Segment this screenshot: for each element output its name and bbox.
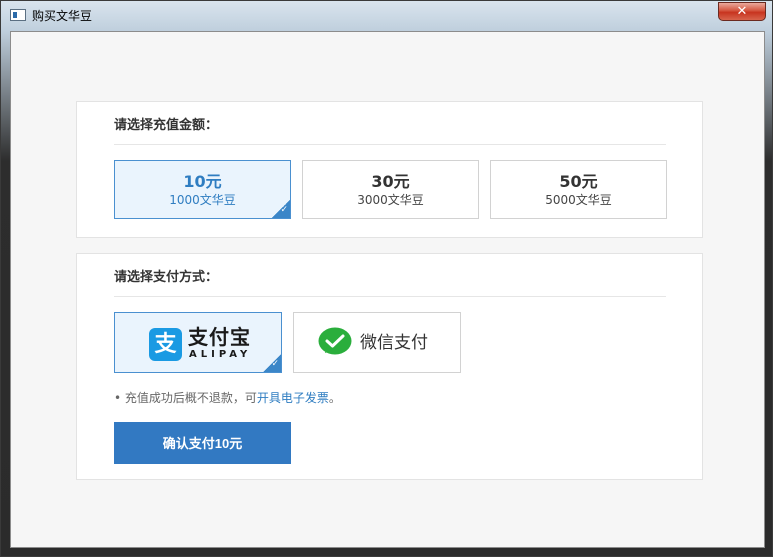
close-icon: ✕ — [736, 4, 748, 19]
alipay-name: 支付宝 — [188, 325, 251, 349]
check-icon: ✓ — [271, 359, 279, 369]
wechat-logo-icon — [318, 327, 352, 355]
window-title: 购买文华豆 — [32, 9, 93, 23]
invoice-link[interactable]: 开具电子发票 — [257, 391, 329, 405]
amount-panel: 请选择充值金额： 10元 1000文华豆 ✓ 30元 3000文华豆 50元 5… — [76, 101, 703, 238]
amount-price: 30元 — [371, 172, 410, 191]
divider — [114, 144, 666, 145]
note-end: 。 — [328, 391, 341, 405]
amount-price: 10元 — [183, 172, 222, 191]
amount-beans: 3000文华豆 — [357, 193, 424, 207]
pay-option-wechat[interactable]: 微信支付 — [293, 312, 461, 373]
app-window-icon — [10, 9, 26, 21]
title-bar[interactable]: 购买文华豆 ✕ — [1, 1, 772, 31]
amount-beans: 5000文华豆 — [545, 193, 612, 207]
close-button[interactable]: ✕ — [718, 2, 766, 21]
pay-option-alipay[interactable]: 支 支付宝 ALIPAY ✓ — [114, 312, 282, 373]
amount-beans: 1000文华豆 — [169, 193, 236, 207]
payment-panel: 请选择支付方式： 支 支付宝 ALIPAY ✓ 微信支付 • 充值成功后概不退款… — [76, 253, 703, 480]
client-area: 请选择充值金额： 10元 1000文华豆 ✓ 30元 3000文华豆 50元 5… — [10, 31, 765, 548]
amount-option-50[interactable]: 50元 5000文华豆 — [490, 160, 667, 219]
amount-section-title: 请选择充值金额： — [114, 118, 219, 133]
amount-price: 50元 — [559, 172, 598, 191]
purchase-window: 购买文华豆 ✕ 请选择充值金额： 10元 1000文华豆 ✓ 30元 3000文… — [0, 0, 773, 557]
selected-corner: ✓ — [263, 354, 281, 372]
amount-option-30[interactable]: 30元 3000文华豆 — [302, 160, 479, 219]
amount-option-10[interactable]: 10元 1000文华豆 ✓ — [114, 160, 291, 219]
payment-section-title: 请选择支付方式： — [114, 270, 219, 285]
selected-corner: ✓ — [272, 200, 290, 218]
alipay-name-en: ALIPAY — [189, 349, 252, 360]
wechat-name: 微信支付 — [360, 333, 428, 353]
confirm-pay-button[interactable]: 确认支付10元 — [114, 422, 291, 464]
divider — [114, 296, 666, 297]
check-icon: ✓ — [280, 205, 288, 215]
alipay-logo-icon: 支 — [149, 328, 182, 361]
note-text: • 充值成功后概不退款，可 — [114, 391, 257, 405]
refund-note: • 充值成功后概不退款，可开具电子发票。 — [114, 390, 341, 406]
